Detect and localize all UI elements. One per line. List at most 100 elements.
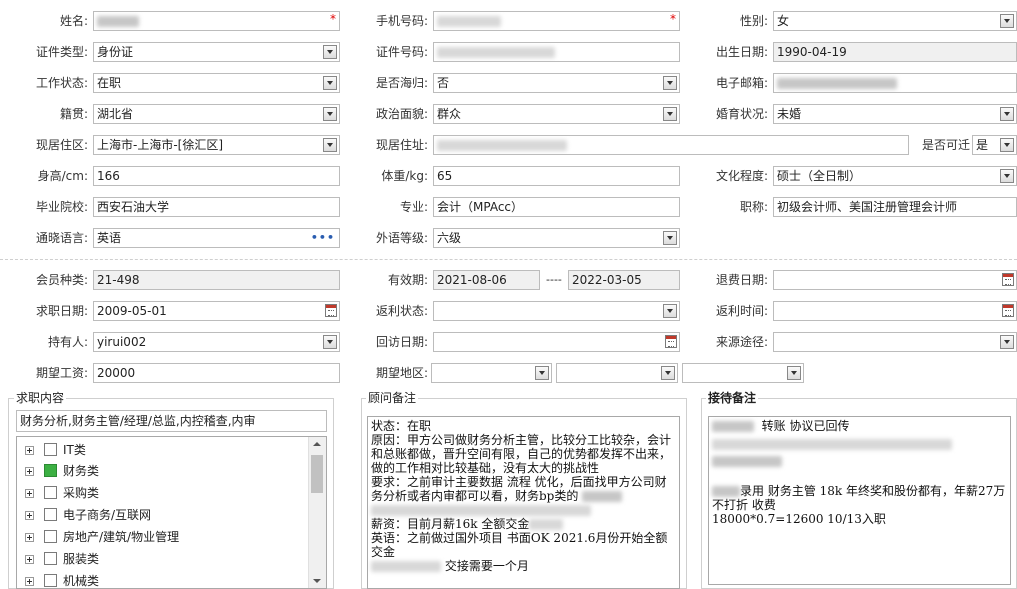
chevron-down-icon[interactable]	[661, 366, 675, 380]
language-level-select[interactable]: 六级	[433, 228, 680, 248]
native-place-value: 湖北省	[97, 107, 134, 121]
holder-select[interactable]: yirui002	[93, 332, 340, 352]
expand-icon[interactable]	[25, 489, 34, 498]
expected-area-province-select[interactable]	[431, 363, 552, 383]
mobile-field[interactable]: *	[433, 11, 680, 31]
rebate-status-select[interactable]	[433, 301, 680, 321]
chevron-down-icon[interactable]	[323, 138, 337, 152]
job-date-field[interactable]: 2009-05-01	[93, 301, 340, 321]
validity-start-value: 2021-08-06	[437, 273, 507, 287]
checkbox[interactable]	[44, 486, 57, 499]
calendar-icon[interactable]	[1002, 304, 1014, 317]
expand-icon[interactable]	[25, 467, 34, 476]
major-label: 专业:	[399, 200, 428, 214]
chevron-down-icon[interactable]	[663, 107, 677, 121]
title-label: 职称:	[739, 200, 768, 214]
language-level-label: 外语等级:	[375, 231, 428, 245]
major-value: 会计（MPAcc）	[437, 200, 524, 214]
residence-area-select[interactable]: 上海市-上海市-[徐汇区]	[93, 135, 340, 155]
validity-label: 有效期:	[387, 273, 428, 287]
checkbox[interactable]	[44, 552, 57, 565]
expand-icon[interactable]	[25, 533, 34, 542]
job-date-value: 2009-05-01	[97, 304, 167, 318]
chevron-down-icon[interactable]	[663, 304, 677, 318]
relocate-select[interactable]: 是	[972, 135, 1017, 155]
major-field[interactable]: 会计（MPAcc）	[433, 197, 680, 217]
job-category-tree[interactable]: IT类 财务类 采购类 电子商务/互联网 房地产/建筑/物业管理 服装类 机械类	[16, 436, 327, 589]
overseas-select[interactable]: 否	[433, 73, 680, 93]
weight-field[interactable]: 65	[433, 166, 680, 186]
refund-date-field[interactable]	[773, 270, 1017, 290]
education-select[interactable]: 硕士（全日制）	[773, 166, 1017, 186]
id-number-field[interactable]	[433, 42, 680, 62]
id-type-select[interactable]: 身份证	[93, 42, 340, 62]
checkbox[interactable]	[44, 530, 57, 543]
scroll-up-icon[interactable]	[313, 442, 321, 446]
expand-icon[interactable]	[25, 446, 34, 455]
name-label: 姓名:	[59, 14, 88, 28]
chevron-down-icon[interactable]	[1000, 335, 1014, 349]
checkbox[interactable]	[44, 443, 57, 456]
chevron-down-icon[interactable]	[1000, 169, 1014, 183]
birth-date-label: 出生日期:	[715, 45, 768, 59]
height-field[interactable]: 166	[93, 166, 340, 186]
rebate-time-field[interactable]	[773, 301, 1017, 321]
calendar-icon[interactable]	[325, 304, 337, 317]
language-field[interactable]: 英语 •••	[93, 228, 340, 248]
work-status-select[interactable]: 在职	[93, 73, 340, 93]
chevron-down-icon[interactable]	[1000, 107, 1014, 121]
source-select[interactable]	[773, 332, 1017, 352]
member-type-field: 21-498	[93, 270, 340, 290]
checkbox[interactable]	[44, 574, 57, 587]
checkbox[interactable]	[44, 508, 57, 521]
more-options-icon[interactable]: •••	[311, 229, 335, 247]
expand-icon[interactable]	[25, 555, 34, 564]
political-select[interactable]: 群众	[433, 104, 680, 124]
school-field[interactable]: 西安石油大学	[93, 197, 340, 217]
chevron-down-icon[interactable]	[1000, 138, 1014, 152]
scroll-down-icon[interactable]	[313, 579, 321, 583]
expected-salary-field[interactable]: 20000	[93, 363, 340, 383]
marital-select[interactable]: 未婚	[773, 104, 1017, 124]
chevron-down-icon[interactable]	[323, 76, 337, 90]
consultant-notes-textarea[interactable]: 状态：在职 原因：甲方公司做财务分析主管，比较分工比较杂，会计和总账都做，晋升空…	[367, 416, 680, 589]
residence-address-field[interactable]	[433, 135, 909, 155]
chevron-down-icon[interactable]	[323, 335, 337, 349]
note-line: 薪资：目前月薪16k 全额交金	[371, 517, 676, 531]
scroll-thumb[interactable]	[311, 455, 323, 493]
calendar-icon[interactable]	[665, 335, 677, 348]
calendar-icon[interactable]	[1002, 273, 1014, 286]
member-type-label: 会员种类:	[35, 273, 88, 287]
job-content-summary-field[interactable]: 财务分析,财务主管/经理/总监,内控稽查,内审	[16, 410, 327, 432]
expand-icon[interactable]	[25, 577, 34, 586]
education-value: 硕士（全日制）	[777, 169, 862, 183]
gender-select[interactable]: 女	[773, 11, 1017, 31]
chevron-down-icon[interactable]	[663, 76, 677, 90]
callback-date-field[interactable]	[433, 332, 680, 352]
relocate-value: 是	[976, 138, 989, 152]
chevron-down-icon[interactable]	[663, 231, 677, 245]
chevron-down-icon[interactable]	[787, 366, 801, 380]
title-field[interactable]: 初级会计师、美国注册管理会计师	[773, 197, 1017, 217]
chevron-down-icon[interactable]	[1000, 14, 1014, 28]
name-field[interactable]: *	[93, 11, 340, 31]
expected-area-city-select[interactable]	[556, 363, 678, 383]
note-line: 状态：在职	[371, 419, 432, 433]
reception-notes-textarea[interactable]: 转账 协议已回传 录用 财务主管 18k 年终奖和股份都有，年薪27万不打折 收…	[708, 416, 1011, 585]
chevron-down-icon[interactable]	[535, 366, 549, 380]
relocate-label: 是否可迁	[921, 138, 970, 152]
chevron-down-icon[interactable]	[323, 45, 337, 59]
mobile-label: 手机号码:	[375, 14, 428, 28]
checkbox-checked[interactable]	[44, 464, 57, 477]
email-field[interactable]	[773, 73, 1017, 93]
weight-label: 体重/kg:	[381, 169, 428, 183]
native-place-select[interactable]: 湖北省	[93, 104, 340, 124]
scrollbar[interactable]	[308, 437, 326, 588]
job-date-label: 求职日期:	[35, 304, 88, 318]
expected-area-district-select[interactable]	[682, 363, 804, 383]
note-line	[712, 437, 1007, 451]
chevron-down-icon[interactable]	[323, 107, 337, 121]
member-type-value: 21-498	[97, 273, 140, 287]
expand-icon[interactable]	[25, 511, 34, 520]
work-status-value: 在职	[97, 76, 122, 90]
